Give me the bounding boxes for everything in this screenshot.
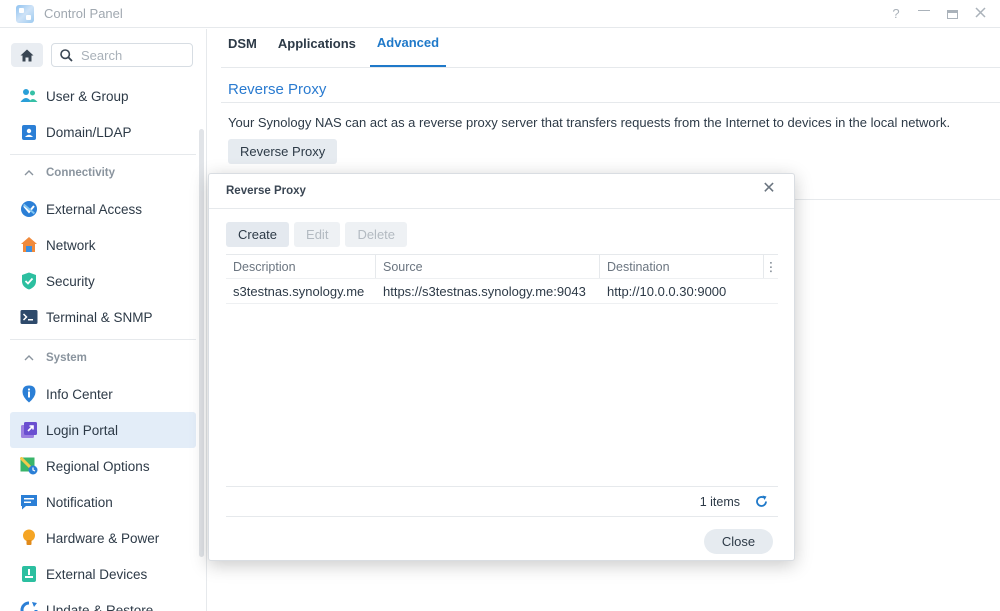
external-devices-icon [20,565,38,583]
maximize-button[interactable] [946,7,958,21]
update-restore-icon [20,601,38,611]
network-home-icon [20,236,38,254]
sidebar-item-label: Terminal & SNMP [46,309,153,325]
sidebar: User & Group Domain/LDAP Connectivity Ex… [0,29,207,611]
refresh-icon[interactable] [754,495,768,509]
sidebar-item-security[interactable]: Security [10,263,196,299]
section-system[interactable]: System [10,339,196,376]
divider [221,102,1000,103]
reverse-proxy-button[interactable]: Reverse Proxy [228,139,338,164]
search-input[interactable] [81,47,181,63]
sidebar-item-label: Network [46,237,96,253]
section-label: System [46,352,87,364]
sidebar-item-label: Info Center [46,386,113,402]
sidebar-item-info-center[interactable]: Info Center [10,376,196,412]
section-description: Your Synology NAS can act as a reverse p… [228,115,951,130]
column-source[interactable]: Source [376,255,600,278]
sidebar-item-notification[interactable]: Notification [10,484,196,520]
users-icon [20,87,38,105]
sidebar-item-login-portal[interactable]: Login Portal [10,412,196,448]
column-description[interactable]: Description [226,255,376,278]
control-panel-icon [16,4,34,23]
sidebar-item-label: External Devices [46,566,148,582]
login-portal-icon [20,421,38,439]
sidebar-item-label: External Access [46,201,143,217]
maximize-icon [946,9,958,19]
minimize-icon [918,5,930,11]
tab-dsm[interactable]: DSM [221,28,264,67]
sidebar-item-label: Security [46,273,95,289]
sidebar-item-label: User & Group [46,88,129,104]
home-icon [20,49,34,61]
cell-source: https://s3testnas.synology.me:9043 [383,283,586,299]
table-header: Description Source Destination ⋮ [226,255,778,279]
sidebar-item-regional-options[interactable]: Regional Options [10,448,196,484]
sidebar-nav: User & Group Domain/LDAP Connectivity Ex… [10,78,196,611]
sidebar-item-label: Notification [46,494,113,510]
search-box[interactable] [51,43,193,67]
close-icon[interactable]: ✕ [762,181,776,197]
external-access-icon [20,200,38,218]
title-bar: Control Panel ? [0,0,1000,28]
info-icon [20,385,38,403]
column-menu-icon[interactable]: ⋮ [764,255,778,278]
create-button[interactable]: Create [226,222,290,247]
sidebar-item-user-group[interactable]: User & Group [10,78,196,114]
chevron-up-icon [24,168,34,179]
sidebar-item-external-devices[interactable]: External Devices [10,556,196,592]
tab-applications[interactable]: Applications [271,28,363,67]
sidebar-item-domain-ldap[interactable]: Domain/LDAP [10,114,196,150]
minimize-button[interactable] [918,7,930,21]
table-row[interactable]: s3testnas.synology.me https://s3testnas.… [226,279,778,304]
home-button[interactable] [11,43,43,67]
section-connectivity[interactable]: Connectivity [10,154,196,191]
sidebar-item-label: Domain/LDAP [46,124,132,140]
shield-icon [20,272,38,290]
tab-advanced[interactable]: Advanced [369,28,447,67]
sidebar-item-label: Hardware & Power [46,530,160,546]
notification-icon [20,493,38,511]
window-title: Control Panel [44,6,123,21]
divider [795,199,1000,200]
sidebar-item-label: Update & Restore [46,602,154,611]
sidebar-item-update-restore[interactable]: Update & Restore [10,592,196,611]
edit-button[interactable]: Edit [294,222,341,247]
item-count: 1 items [699,494,740,509]
close-window-button[interactable] [974,7,986,21]
section-label: Connectivity [46,167,116,179]
dialog-toolbar: Create Edit Delete [226,222,408,247]
column-destination[interactable]: Destination [600,255,764,278]
close-icon [974,7,986,18]
rules-table: Description Source Destination ⋮ s3testn… [226,254,778,487]
sidebar-item-external-access[interactable]: External Access [10,191,196,227]
reverse-proxy-dialog: Reverse Proxy ✕ Create Edit Delete Descr… [208,173,795,561]
terminal-icon [20,308,38,326]
dialog-header: Reverse Proxy ✕ [209,174,794,209]
sidebar-item-hardware-power[interactable]: Hardware & Power [10,520,196,556]
sidebar-scrollbar[interactable] [199,129,204,557]
help-button[interactable]: ? [890,7,902,21]
table-footer: 1 items [226,487,778,517]
chevron-up-icon [24,353,34,364]
search-icon [60,48,73,62]
domain-icon [20,123,38,141]
sidebar-item-network[interactable]: Network [10,227,196,263]
cell-destination: http://10.0.0.30:9000 [607,283,727,299]
cell-description: s3testnas.synology.me [233,283,365,299]
sidebar-item-terminal-snmp[interactable]: Terminal & SNMP [10,299,196,335]
delete-button[interactable]: Delete [345,222,408,247]
section-title: Reverse Proxy [228,81,327,98]
sidebar-item-label: Login Portal [46,422,119,438]
dialog-title: Reverse Proxy [226,185,306,197]
regional-options-icon [20,457,38,475]
sidebar-item-label: Regional Options [46,458,150,474]
tab-bar: DSM Applications Advanced [221,29,1000,68]
lightbulb-icon [20,529,38,547]
close-button[interactable]: Close [704,529,773,554]
window-controls: ? [890,0,986,28]
